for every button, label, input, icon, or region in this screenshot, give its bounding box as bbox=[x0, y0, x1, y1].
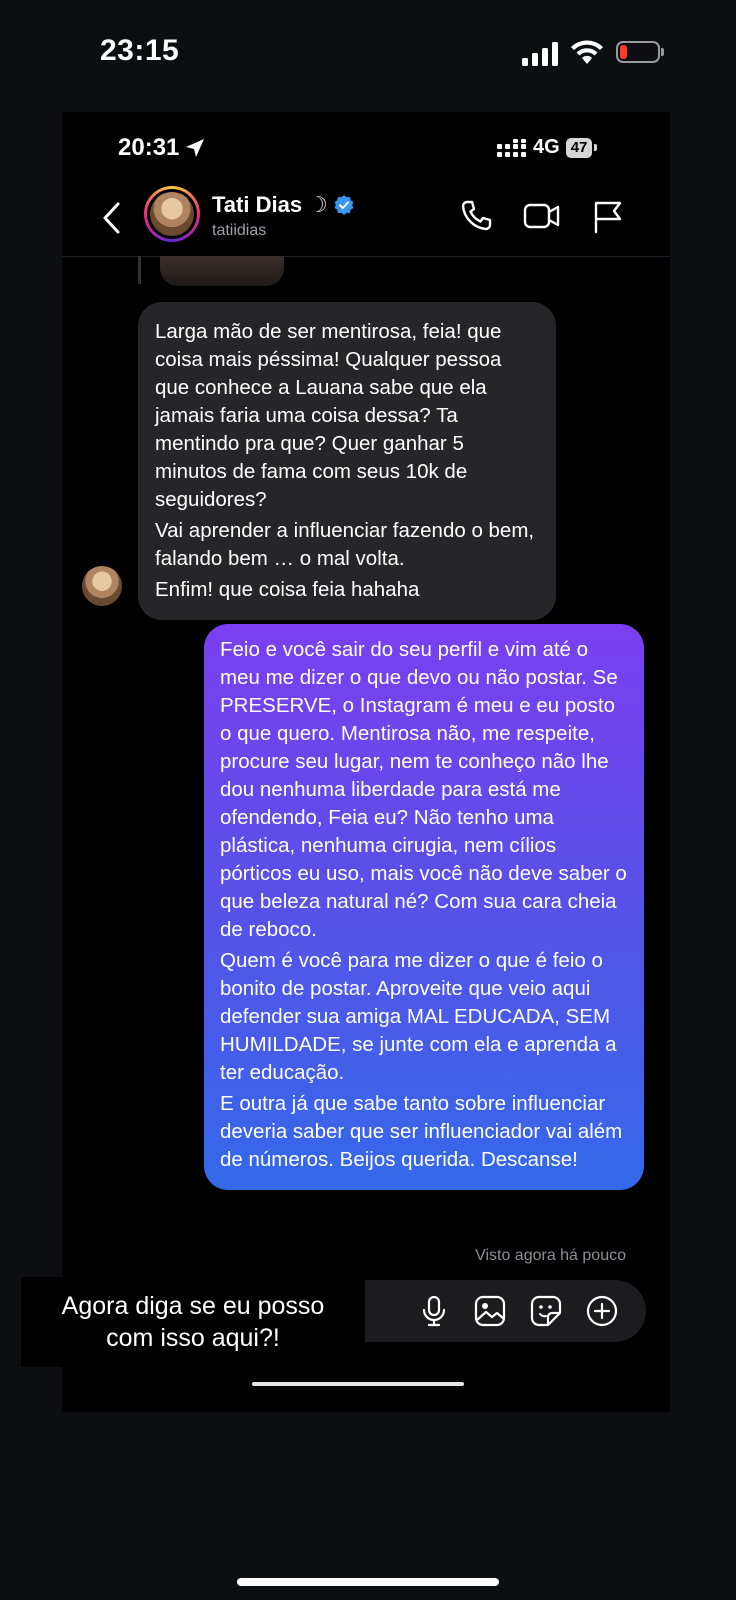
outgoing-paragraph: Feio e você sair do seu perfil e vim até… bbox=[220, 638, 627, 941]
back-chevron-icon[interactable] bbox=[98, 200, 126, 236]
incoming-paragraph: Enfim! que coisa feia hahaha bbox=[155, 578, 420, 601]
contact-username: tatiidias bbox=[212, 222, 267, 239]
plus-icon[interactable] bbox=[584, 1293, 620, 1329]
caption-line: Agora diga se eu posso bbox=[61, 1292, 325, 1320]
incoming-message-bubble[interactable]: Larga mão de ser mentirosa, feia! que co… bbox=[138, 302, 556, 620]
sticker-icon[interactable] bbox=[528, 1293, 564, 1329]
caption-overlay: Agora diga se eu posso com isso aqui?! bbox=[21, 1277, 365, 1367]
seen-status: Visto agora há pouco bbox=[475, 1247, 626, 1264]
inner-clock: 20:31 bbox=[118, 134, 205, 162]
incoming-paragraph: Larga mão de ser mentirosa, feia! que co… bbox=[155, 320, 502, 511]
contact-name[interactable]: Tati Dias ☽ bbox=[212, 192, 354, 218]
inner-signal-icon bbox=[497, 138, 526, 157]
previous-image-message[interactable] bbox=[160, 256, 284, 286]
outer-clock: 23:15 bbox=[100, 34, 180, 67]
outgoing-paragraph: Quem é você para me dizer o que é feio o… bbox=[220, 949, 617, 1084]
inner-status-right: 4G 47 bbox=[497, 136, 598, 159]
reply-indicator-line bbox=[138, 256, 141, 284]
verified-badge-icon bbox=[334, 195, 354, 215]
screenshot-frame: 20:31 4G 47 Tati Dias ☽ tatiidias Larga … bbox=[62, 112, 670, 1412]
gallery-icon[interactable] bbox=[472, 1293, 508, 1329]
flag-icon[interactable] bbox=[588, 196, 628, 236]
home-indicator[interactable] bbox=[237, 1578, 499, 1586]
moon-icon: ☽ bbox=[308, 192, 328, 217]
outer-status-bar: 23:15 bbox=[0, 0, 736, 110]
location-arrow-icon bbox=[186, 139, 205, 157]
microphone-icon[interactable] bbox=[416, 1293, 452, 1329]
phone-icon[interactable] bbox=[456, 196, 496, 236]
sender-avatar[interactable] bbox=[82, 566, 122, 606]
inner-home-indicator bbox=[252, 1382, 464, 1386]
signal-icon bbox=[522, 42, 558, 66]
video-icon[interactable] bbox=[522, 196, 562, 236]
incoming-paragraph: Vai aprender a influenciar fazendo o bem… bbox=[155, 519, 535, 570]
network-label: 4G bbox=[533, 136, 560, 158]
inner-battery-level: 47 bbox=[565, 137, 593, 158]
chat-header: Tati Dias ☽ tatiidias bbox=[62, 182, 670, 257]
inner-time-label: 20:31 bbox=[118, 134, 180, 161]
outgoing-message-bubble[interactable]: Feio e você sair do seu perfil e vim até… bbox=[204, 624, 644, 1190]
contact-name-label: Tati Dias bbox=[212, 192, 303, 217]
caption-line: com isso aqui?! bbox=[106, 1324, 280, 1352]
profile-avatar[interactable] bbox=[144, 186, 200, 242]
wifi-icon bbox=[571, 40, 603, 64]
outgoing-paragraph: E outra já que sabe tanto sobre influenc… bbox=[220, 1092, 623, 1171]
battery-icon bbox=[616, 41, 664, 65]
inner-battery-icon: 47 bbox=[565, 137, 598, 158]
